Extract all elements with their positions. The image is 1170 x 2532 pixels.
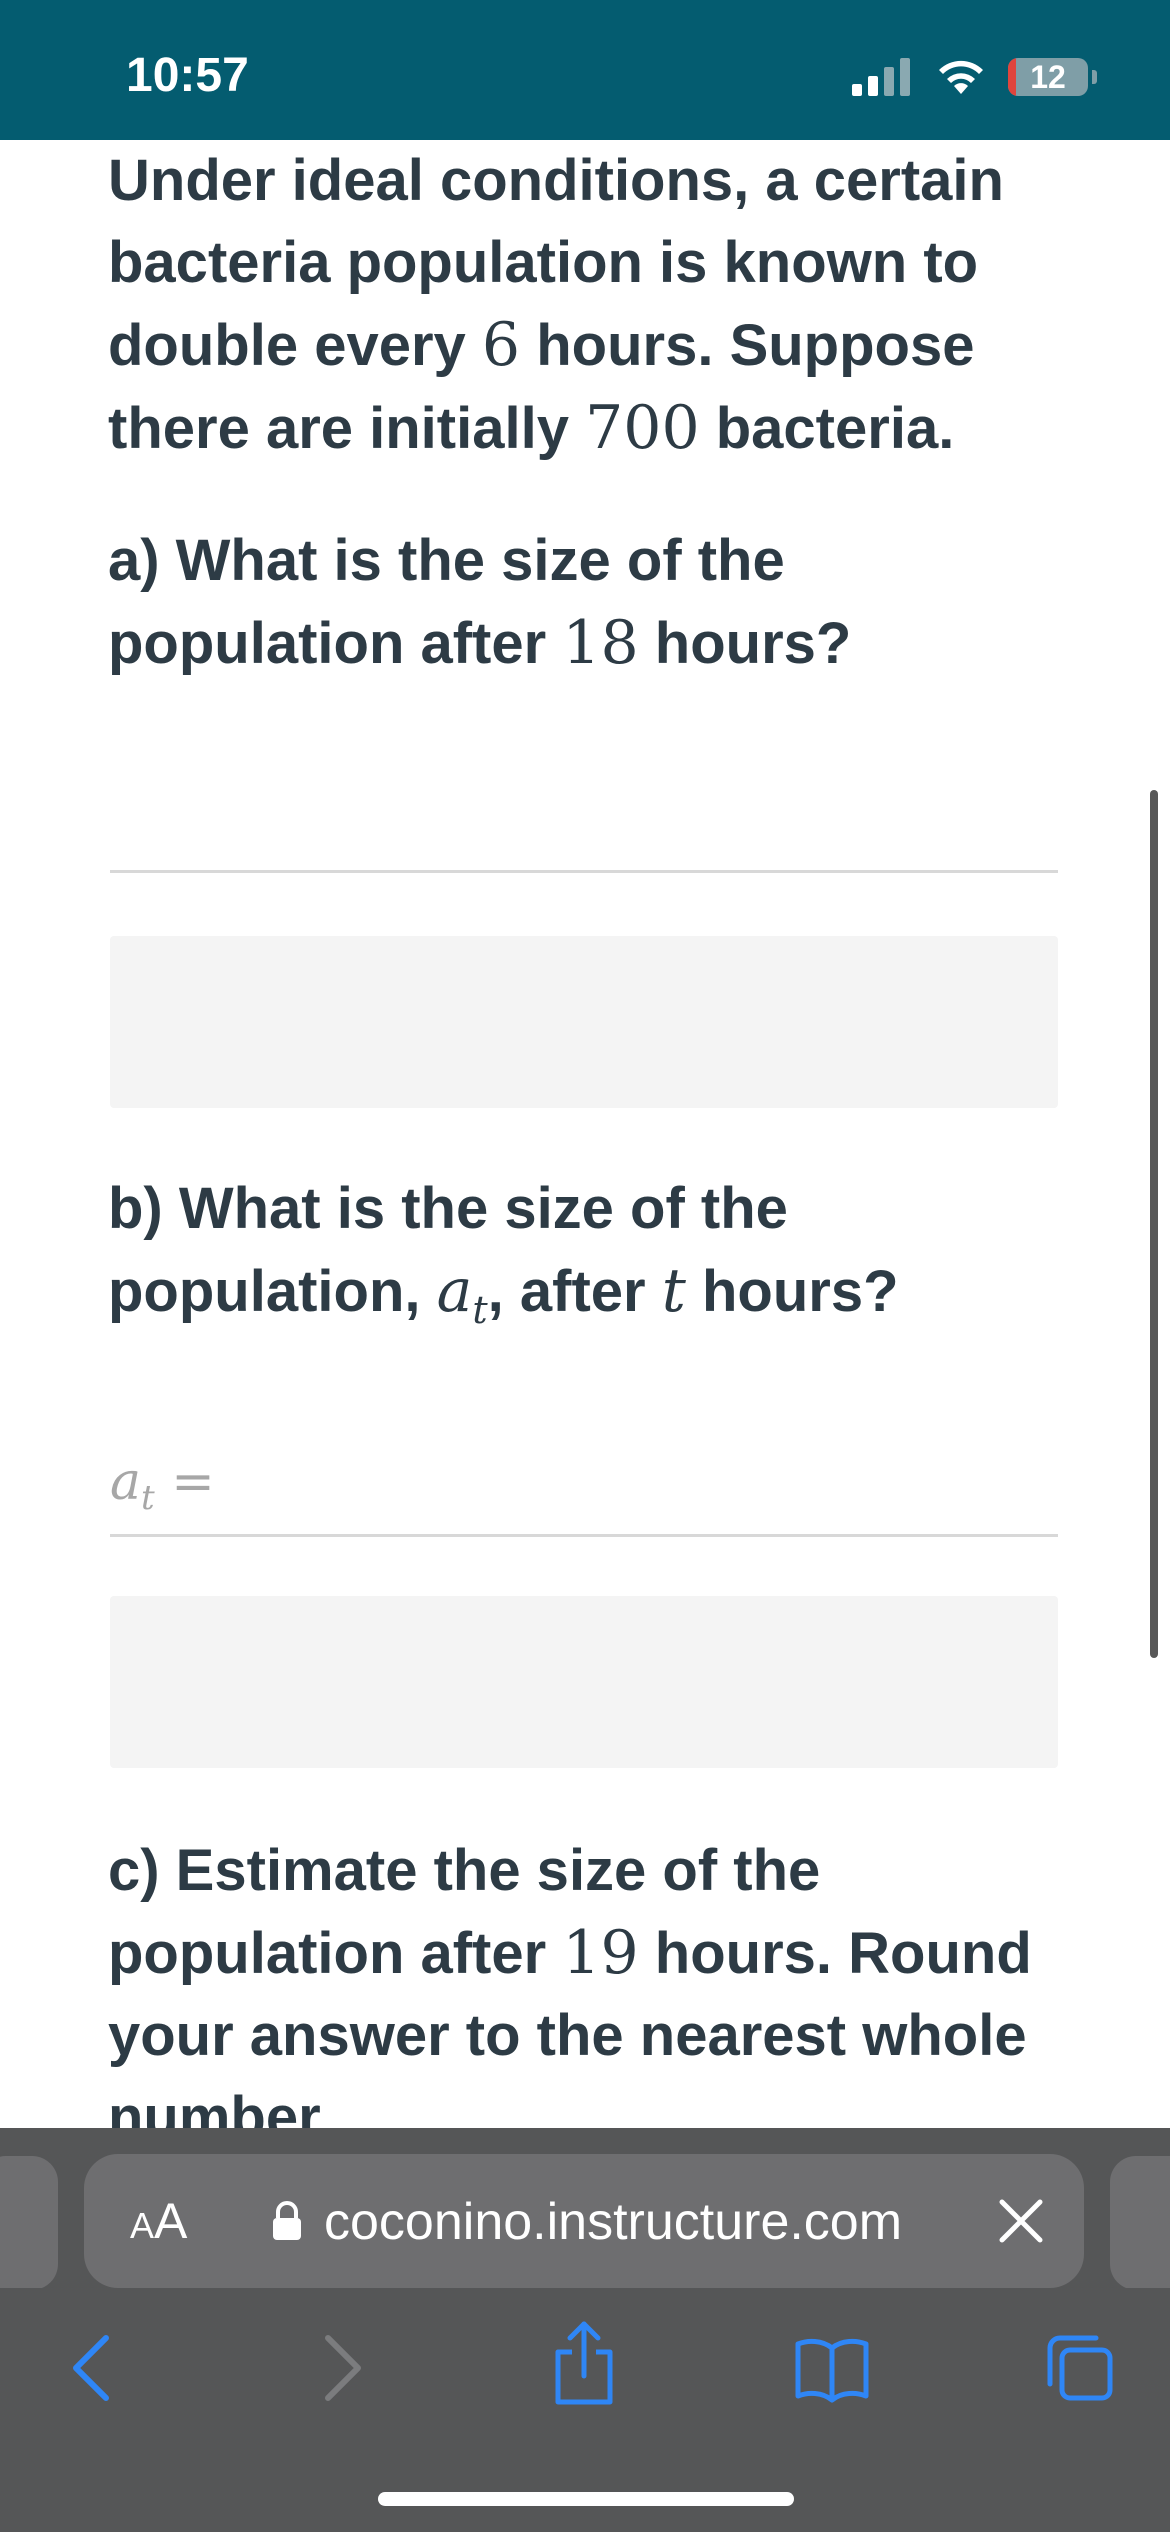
lock-icon	[273, 2201, 301, 2240]
share-icon[interactable]	[548, 2318, 620, 2408]
previous-tab-preview[interactable]	[0, 2156, 58, 2290]
part-a-feedback-box	[110, 936, 1058, 1108]
question-intro: Under ideal conditions, a certain bacter…	[108, 140, 1058, 470]
part-b-text-3: hours?	[685, 1259, 899, 1324]
home-indicator[interactable]	[378, 2492, 794, 2506]
battery-level: 12	[1030, 59, 1066, 95]
wifi-icon	[939, 60, 983, 94]
cellular-signal-icon	[852, 58, 910, 96]
part-b-answer-prefix: at =	[110, 1452, 215, 1518]
status-bar: 10:57 12	[0, 0, 1170, 140]
page: 10:57 12 Under ideal conditions, a certa…	[0, 0, 1170, 2532]
part-b-prompt: b) What is the size of the population, a…	[108, 1168, 1058, 1351]
prefix-sub: t	[141, 1478, 155, 1518]
intro-math-hours: 6	[481, 310, 521, 380]
battery-icon: 12	[1008, 58, 1088, 96]
part-a-prompt: a) What is the size of the population af…	[108, 520, 1058, 685]
address-bar[interactable]: AA coconino.instructure.com	[84, 2154, 1084, 2288]
part-b-math-sub: t	[472, 1288, 488, 1332]
part-b-answer-input[interactable]	[110, 1534, 1058, 1537]
text-size-button[interactable]: AA	[130, 2192, 187, 2250]
prefix-base: a	[110, 1452, 142, 1512]
close-icon[interactable]	[996, 2196, 1046, 2246]
intro-text-3: bacteria.	[699, 396, 955, 461]
scrollbar[interactable]	[1150, 790, 1158, 1658]
part-b-feedback-box	[110, 1596, 1058, 1768]
question-content: Under ideal conditions, a certain bacter…	[108, 140, 1058, 2130]
forward-icon[interactable]	[312, 2328, 372, 2408]
tabs-icon[interactable]	[1044, 2328, 1116, 2408]
intro-math-initial: 700	[585, 393, 700, 463]
part-b-math-t: t	[661, 1256, 686, 1326]
next-tab-preview[interactable]	[1110, 2156, 1170, 2290]
part-b-text-2: , after	[487, 1259, 662, 1324]
battery-tip	[1092, 70, 1097, 84]
prefix-eq: =	[154, 1452, 215, 1512]
text-size-large: A	[154, 2193, 188, 2249]
back-icon[interactable]	[62, 2328, 122, 2408]
part-a-text-2: hours?	[638, 611, 852, 676]
part-c-math-hours: 19	[562, 1918, 639, 1988]
part-b-math-a: a	[436, 1256, 473, 1326]
part-a-answer-input[interactable]	[110, 870, 1058, 873]
part-a-math-hours: 18	[562, 608, 639, 678]
part-c-prompt: c) Estimate the size of the population a…	[108, 1830, 1058, 2130]
browser-address-region: AA coconino.instructure.com	[0, 2128, 1170, 2290]
bookmarks-icon[interactable]	[794, 2328, 870, 2408]
text-size-small: A	[130, 2205, 155, 2246]
status-time: 10:57	[126, 49, 249, 102]
url-text: coconino.instructure.com	[324, 2193, 903, 2251]
